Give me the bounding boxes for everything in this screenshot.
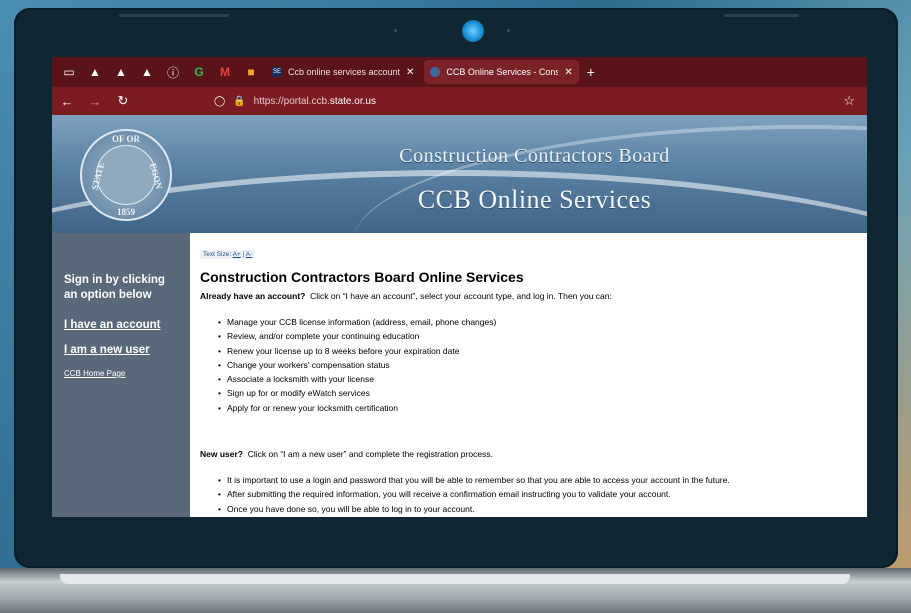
microsoft-icon[interactable]: ■ — [240, 61, 262, 83]
tab-ccb-online-services[interactable]: CCB Online Services - Construct ✕ — [424, 60, 579, 84]
main-area: Sign in by clicking an option below I ha… — [52, 233, 867, 517]
list-item: Apply for or renew your locksmith certif… — [218, 401, 857, 416]
tab-title: CCB Online Services - Construct — [446, 67, 559, 77]
ccb-favicon-icon — [430, 67, 441, 77]
sign-in-sidebar: Sign in by clicking an option below I ha… — [52, 233, 190, 517]
main-content: Text Size: A+ | A- Construction Contract… — [190, 233, 867, 517]
screen: ▭ ▲ ▲ ▲ ⓘ G M ■ SE Ccb online services a… — [52, 57, 867, 517]
seal-top-text: OF OR — [112, 134, 140, 144]
browser-navbar: ← → ↻ ◯ 🔒 https://portal.ccb.state.or.us… — [52, 87, 867, 115]
info-icon[interactable]: ⓘ — [162, 61, 184, 83]
text-size-decrease-link[interactable]: A- — [246, 251, 253, 258]
tab-favicon: SE — [272, 67, 282, 77]
list-item: Review, and/or complete your continuing … — [218, 329, 857, 344]
address-bar[interactable]: ◯ 🔒 https://portal.ccb.state.or.us — [214, 96, 829, 107]
list-item: Renew your license up to 8 weeks before … — [218, 344, 857, 359]
tab-overview-icon[interactable]: ▭ — [58, 61, 80, 83]
warning-icon[interactable]: ▲ — [136, 61, 158, 83]
bezel-line — [119, 14, 229, 17]
i-have-an-account-link[interactable]: I have an account — [64, 319, 180, 331]
text-size-control: Text Size: A+ | A- — [200, 250, 256, 259]
list-item: Once you have done so, you will be able … — [218, 502, 857, 517]
tracking-shield-icon[interactable]: ◯ — [214, 96, 225, 107]
tab-ccb-search[interactable]: SE Ccb online services account sta ✕ — [266, 60, 420, 84]
list-item: Sign up for or modify eWatch services — [218, 386, 857, 401]
banner-swoosh — [352, 125, 867, 233]
bookmark-star-icon[interactable]: ☆ — [843, 93, 855, 109]
new-tab-icon[interactable]: + — [587, 64, 595, 80]
banner-title-main: CCB Online Services — [417, 185, 652, 214]
new-user-list: It is important to use a login and passw… — [218, 473, 857, 516]
new-user-text: Click on “I am a new user” and complete … — [247, 449, 493, 460]
existing-user-list: Manage your CCB license information (add… — [218, 315, 857, 415]
warning-icon[interactable]: ▲ — [84, 61, 106, 83]
lock-icon[interactable]: 🔒 — [233, 96, 245, 107]
existing-user-lead: Already have an account? — [200, 291, 306, 301]
existing-user-text: Click on “I have an account”, select you… — [310, 291, 612, 301]
back-icon[interactable]: ← — [60, 94, 74, 109]
new-user-lead: New user? — [200, 449, 243, 460]
ccb-home-page-link[interactable]: CCB Home Page — [64, 369, 180, 378]
url-text: https://portal.ccb.state.or.us — [254, 96, 376, 107]
bezel-line — [724, 14, 799, 17]
browser-tabbar: ▭ ▲ ▲ ▲ ⓘ G M ■ SE Ccb online services a… — [52, 57, 867, 87]
grammarly-icon[interactable]: G — [188, 61, 210, 83]
close-icon[interactable]: ✕ — [406, 67, 414, 78]
text-size-increase-link[interactable]: A+ — [233, 251, 241, 258]
reload-icon[interactable]: ↻ — [116, 93, 130, 109]
site-banner: OF OR STATE EGON 1859 Construction Contr… — [52, 115, 867, 233]
gmail-icon[interactable]: M — [214, 61, 236, 83]
warning-icon[interactable]: ▲ — [110, 61, 132, 83]
close-icon[interactable]: ✕ — [564, 67, 572, 78]
tab-title: Ccb online services account sta — [288, 67, 400, 77]
list-item: It is important to use a login and passw… — [218, 473, 857, 488]
list-item: Manage your CCB license information (add… — [218, 315, 857, 330]
i-am-a-new-user-link[interactable]: I am a new user — [64, 344, 180, 356]
text-size-separator: | — [242, 251, 245, 258]
url-prefix: https://portal.ccb. — [253, 95, 330, 107]
existing-user-intro: Already have an account? Click on “I hav… — [200, 291, 857, 301]
forward-icon[interactable]: → — [88, 94, 102, 109]
webcam-icon — [462, 20, 484, 42]
list-item: Change your workers’ compensation status — [218, 358, 857, 373]
bezel-dot — [394, 29, 397, 32]
url-domain: state.or.us — [329, 95, 376, 107]
laptop-base-lip — [60, 574, 850, 584]
bezel-dot — [507, 29, 510, 32]
text-size-label: Text Size: — [203, 251, 232, 258]
list-item: Associate a locksmith with your license — [218, 372, 857, 387]
sidebar-heading: Sign in by clicking an option below — [64, 274, 165, 301]
new-user-intro: New user? Click on “I am a new user” and… — [200, 449, 857, 459]
list-item: After submitting the required informatio… — [218, 487, 857, 502]
page-title: Construction Contractors Board Online Se… — [200, 269, 524, 285]
banner-title-top: Construction Contractors Board — [399, 145, 670, 167]
